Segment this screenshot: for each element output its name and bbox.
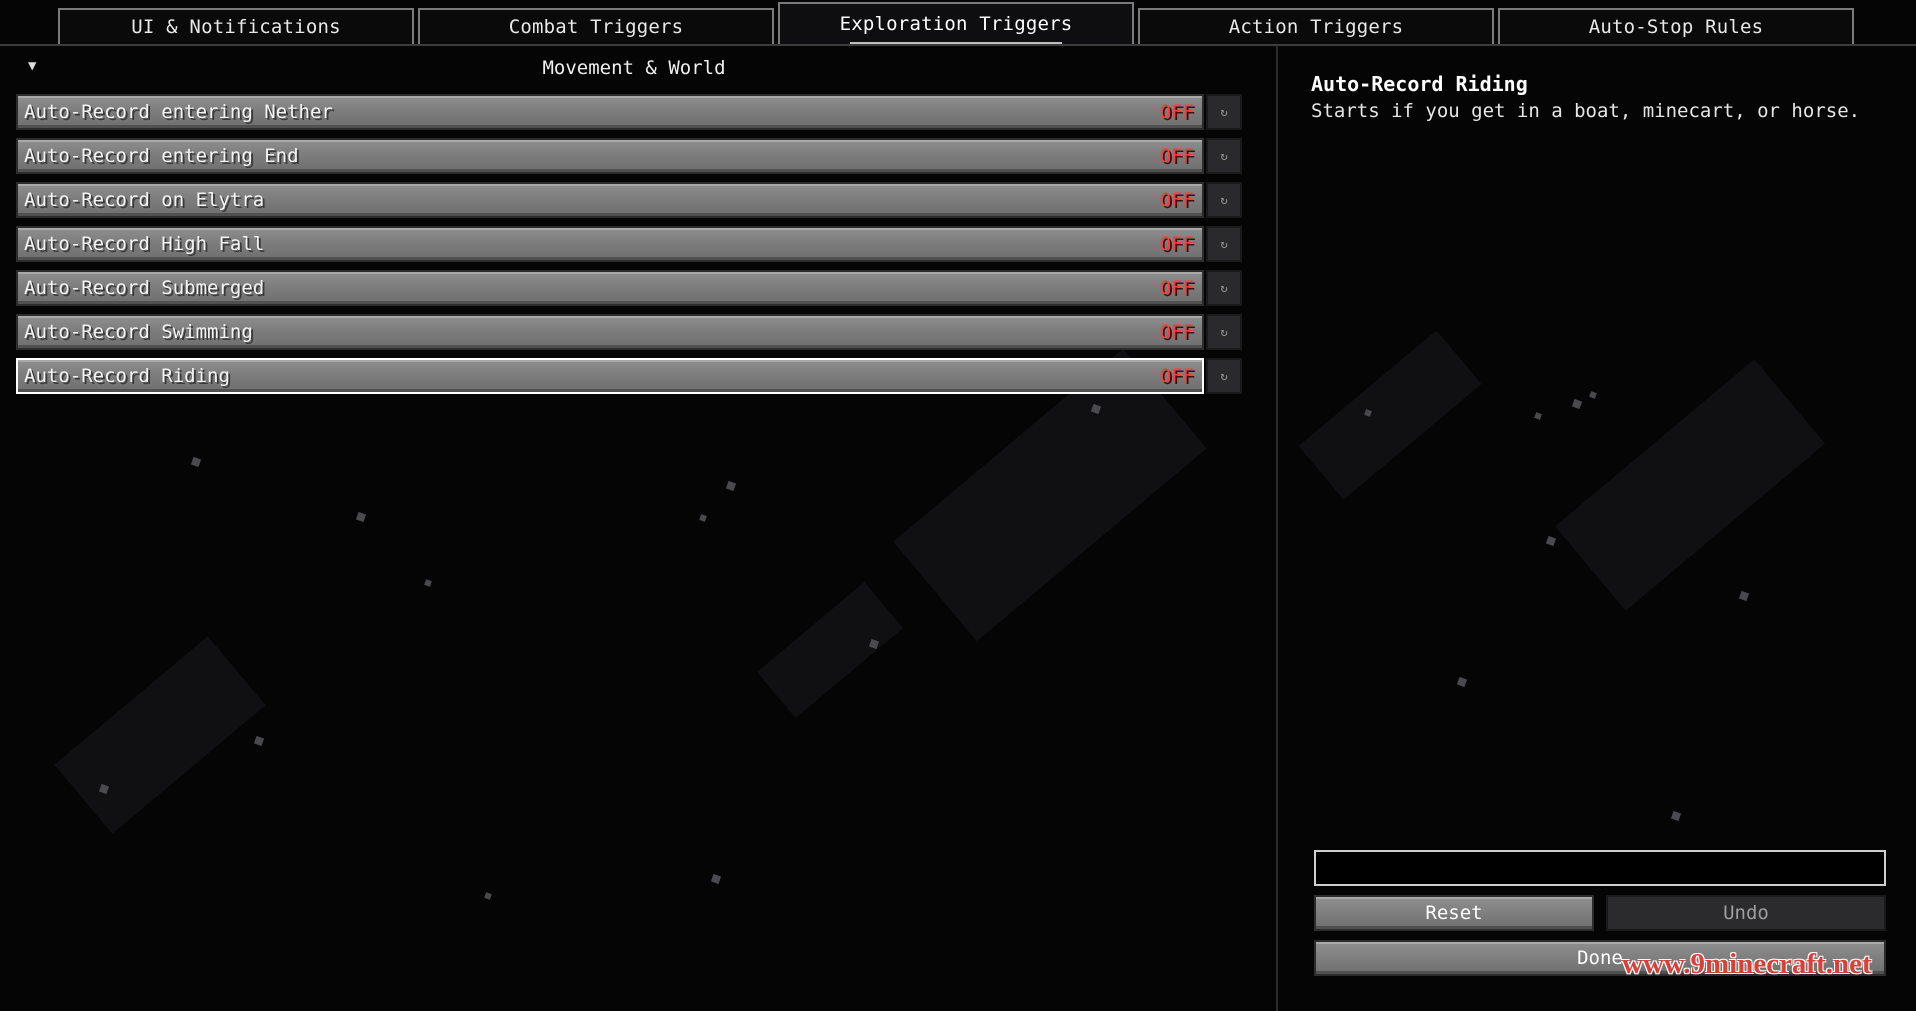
option-row-swimming: Auto-Record Swimming OFF ↻ (16, 314, 1242, 350)
reset-icon[interactable]: ↻ (1206, 226, 1242, 262)
option-label: Auto-Record Riding (24, 365, 230, 387)
tab-exploration-triggers[interactable]: Exploration Triggers (778, 2, 1134, 44)
tab-action-triggers[interactable]: Action Triggers (1138, 8, 1494, 44)
particle (1670, 810, 1682, 822)
tab-combat-triggers[interactable]: Combat Triggers (418, 8, 774, 44)
particle (725, 480, 737, 492)
reset-icon[interactable]: ↻ (1206, 358, 1242, 394)
tab-ui-notifications[interactable]: UI & Notifications (58, 8, 414, 44)
option-value-off: OFF (1159, 145, 1194, 167)
tab-divider-line (0, 44, 1916, 46)
particle (1589, 391, 1597, 399)
reset-icon[interactable]: ↻ (1206, 270, 1242, 306)
option-toggle-elytra[interactable]: Auto-Record on Elytra OFF (16, 182, 1204, 218)
section-title: Movement & World (542, 57, 726, 79)
particle (355, 511, 367, 523)
option-toggle-submerged[interactable]: Auto-Record Submerged OFF (16, 270, 1204, 306)
background-shape (54, 636, 266, 834)
option-toggle-swimming[interactable]: Auto-Record Swimming OFF (16, 314, 1204, 350)
particle (699, 514, 707, 522)
option-label: Auto-Record on Elytra (24, 189, 265, 211)
option-label: Auto-Record entering End (24, 145, 299, 167)
reset-icon[interactable]: ↻ (1206, 138, 1242, 174)
option-toggle-end[interactable]: Auto-Record entering End OFF (16, 138, 1204, 174)
option-value-off: OFF (1159, 233, 1194, 255)
undo-button[interactable]: Undo (1606, 895, 1886, 931)
config-screen: UI & Notifications Combat Triggers Explo… (0, 0, 1916, 1011)
option-value-off: OFF (1159, 101, 1194, 123)
reset-icon[interactable]: ↻ (1206, 314, 1242, 350)
panel-divider (1276, 46, 1278, 1011)
particle (1571, 398, 1583, 410)
background-shape (1298, 330, 1482, 500)
particle (253, 735, 265, 747)
option-row-elytra: Auto-Record on Elytra OFF ↻ (16, 182, 1242, 218)
option-value-off: OFF (1159, 189, 1194, 211)
option-toggle-nether[interactable]: Auto-Record entering Nether OFF (16, 94, 1204, 130)
reset-icon[interactable]: ↻ (1206, 182, 1242, 218)
tab-auto-stop-rules[interactable]: Auto-Stop Rules (1498, 8, 1854, 44)
particle (1738, 590, 1750, 602)
option-toggle-riding[interactable]: Auto-Record Riding OFF (16, 358, 1204, 394)
reset-icon[interactable]: ↻ (1206, 94, 1242, 130)
particle (484, 892, 492, 900)
background-shape (1555, 359, 1825, 611)
option-label: Auto-Record Swimming (24, 321, 253, 343)
option-row-high-fall: Auto-Record High Fall OFF ↻ (16, 226, 1242, 262)
option-label: Auto-Record Submerged (24, 277, 265, 299)
background-shape (757, 582, 903, 718)
tab-bar: UI & Notifications Combat Triggers Explo… (0, 0, 1916, 46)
option-label: Auto-Record entering Nether (24, 101, 333, 123)
tab-exploration-triggers-label: Exploration Triggers (839, 13, 1073, 35)
option-value-off: OFF (1159, 321, 1194, 343)
section-header[interactable]: ▼ Movement & World (14, 54, 1254, 84)
option-label: Auto-Record High Fall (24, 233, 265, 255)
particle (710, 873, 722, 885)
particle (424, 579, 432, 587)
reset-button[interactable]: Reset (1314, 895, 1594, 931)
particle (1534, 412, 1542, 420)
option-toggle-high-fall[interactable]: Auto-Record High Fall OFF (16, 226, 1204, 262)
option-value-off: OFF (1159, 277, 1194, 299)
particle (1545, 535, 1557, 547)
search-input[interactable] (1314, 850, 1886, 886)
option-row-end: Auto-Record entering End OFF ↻ (16, 138, 1242, 174)
watermark: www.9minecraft.net (1622, 948, 1872, 980)
option-row-nether: Auto-Record entering Nether OFF ↻ (16, 94, 1242, 130)
info-description: Starts if you get in a boat, minecart, o… (1311, 100, 1861, 122)
particle (190, 456, 202, 468)
option-value-off: OFF (1159, 365, 1194, 387)
particle (1456, 676, 1468, 688)
option-row-submerged: Auto-Record Submerged OFF ↻ (16, 270, 1242, 306)
option-row-riding: Auto-Record Riding OFF ↻ (16, 358, 1242, 394)
info-title: Auto-Record Riding (1311, 72, 1528, 96)
